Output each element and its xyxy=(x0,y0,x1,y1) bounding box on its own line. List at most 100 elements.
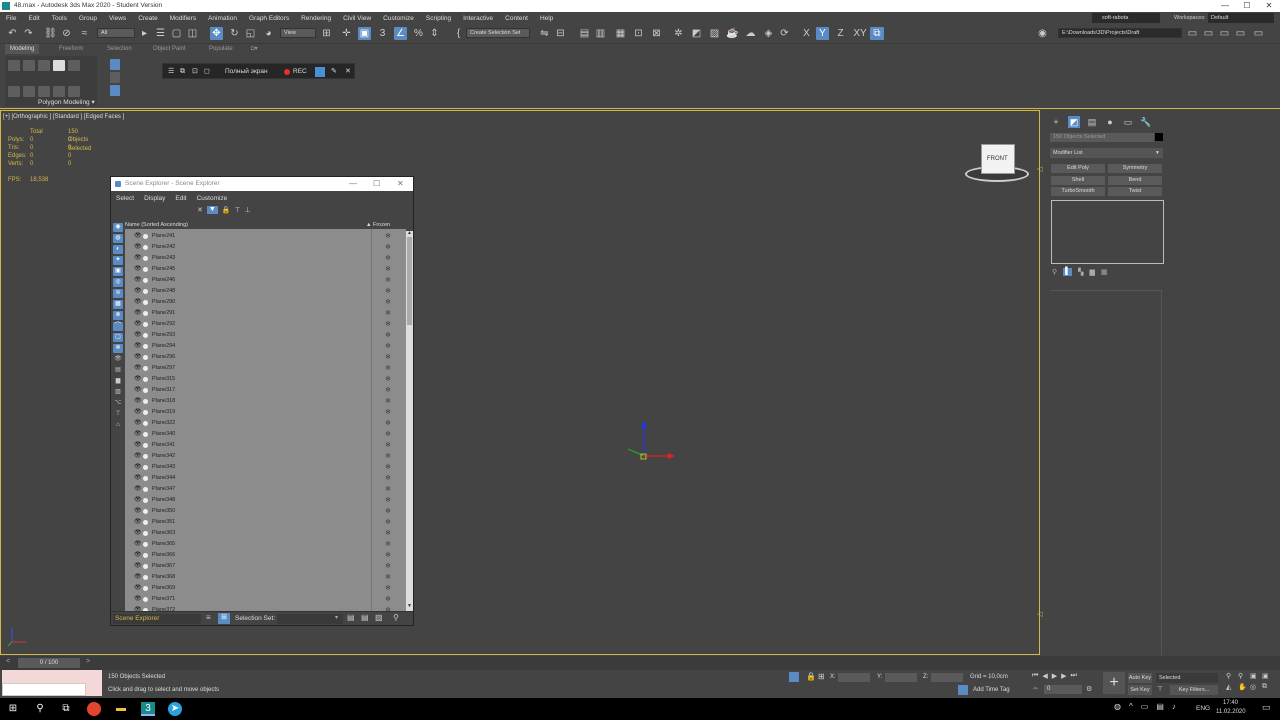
table-row[interactable]: 👁 Plane246 ❄ xyxy=(125,275,406,286)
visibility-eye-icon[interactable]: 👁 xyxy=(134,572,142,583)
frozen-toggle-icon[interactable]: ❄ xyxy=(385,286,391,297)
tab-modeling[interactable]: Modeling xyxy=(5,44,40,54)
undo-icon[interactable]: ↶ xyxy=(6,27,19,40)
axis-y-button[interactable]: Y xyxy=(816,27,829,40)
axis-xyz-icon[interactable]: ⧉ xyxy=(870,27,884,40)
play-icon[interactable]: ▶ xyxy=(1052,672,1057,680)
visibility-eye-icon[interactable]: 👁 xyxy=(134,297,142,308)
table-row[interactable]: 👁 Plane363 ❄ xyxy=(125,528,406,539)
coord-x-field[interactable] xyxy=(838,673,870,682)
hierarchy-tab-icon[interactable]: ▤ xyxy=(1086,116,1098,128)
place-icon[interactable]: ◕ xyxy=(262,27,275,40)
clock-date[interactable]: 11.02.2020 xyxy=(1216,709,1246,715)
project-extra-icon[interactable]: ▭ xyxy=(1252,27,1265,40)
visibility-eye-icon[interactable]: 👁 xyxy=(134,561,142,572)
table-row[interactable]: 👁 Plane317 ❄ xyxy=(125,385,406,396)
frozen-toggle-icon[interactable]: ❄ xyxy=(385,462,391,473)
add-time-tag-button[interactable]: Add Time Tag xyxy=(973,687,1010,693)
table-row[interactable]: 👁 Plane292 ❄ xyxy=(125,319,406,330)
menu-tools[interactable]: Tools xyxy=(46,15,73,22)
symmetry-button[interactable]: Symmetry xyxy=(1108,164,1162,173)
menu-edit[interactable]: Edit xyxy=(22,15,45,22)
volume-icon[interactable]: ♪ xyxy=(1172,702,1176,711)
visibility-eye-icon[interactable]: 👁 xyxy=(134,396,142,407)
frozen-toggle-icon[interactable]: ❄ xyxy=(385,385,391,396)
material-editor-icon[interactable]: ✲ xyxy=(672,27,685,40)
twist-button[interactable]: Twist xyxy=(1108,187,1162,196)
visibility-eye-icon[interactable]: 👁 xyxy=(134,418,142,429)
sel-set-add-icon[interactable]: ▤ xyxy=(347,613,355,622)
viewcube[interactable]: FRONT xyxy=(965,142,1031,184)
keyboard-shortcut-override-icon[interactable]: ▣ xyxy=(358,27,371,40)
display-influences-icon[interactable]: ▧ xyxy=(113,388,123,397)
filter-toggle-icon[interactable]: ⊤ xyxy=(113,410,123,419)
current-frame-field[interactable]: 0 xyxy=(1044,685,1082,694)
ribbon-element-icon[interactable] xyxy=(68,60,80,71)
selection-lock-icon[interactable]: 🔒 xyxy=(806,672,816,681)
frozen-toggle-icon[interactable]: ❄ xyxy=(385,352,391,363)
table-row[interactable]: 👁 Plane343 ❄ xyxy=(125,462,406,473)
select-object-icon[interactable]: ▸ xyxy=(138,27,151,40)
show-end-result-icon[interactable]: ▌ xyxy=(1063,268,1073,276)
visibility-eye-icon[interactable]: 👁 xyxy=(134,352,142,363)
table-row[interactable]: 👁 Plane367 ❄ xyxy=(125,561,406,572)
display-groups-icon[interactable]: ▦ xyxy=(113,300,123,309)
frozen-toggle-icon[interactable]: ❄ xyxy=(385,330,391,341)
time-config-icon[interactable]: ⚙ xyxy=(1086,685,1092,693)
menu-views[interactable]: Views xyxy=(103,15,132,22)
frozen-toggle-icon[interactable]: ❄ xyxy=(385,363,391,374)
table-row[interactable]: 👁 Plane319 ❄ xyxy=(125,407,406,418)
visibility-eye-icon[interactable]: 👁 xyxy=(134,495,142,506)
ribbon-border-icon[interactable] xyxy=(38,60,50,71)
project-folder-icon[interactable]: ◉ xyxy=(1036,27,1049,40)
render-setup-icon[interactable]: ◩ xyxy=(690,27,703,40)
table-row[interactable]: 👁 Plane368 ❄ xyxy=(125,572,406,583)
ribbon-side-1-icon[interactable] xyxy=(110,59,120,70)
time-next-icon[interactable]: > xyxy=(86,658,90,665)
visibility-eye-icon[interactable]: 👁 xyxy=(134,264,142,275)
frozen-toggle-icon[interactable]: ❄ xyxy=(385,319,391,330)
table-row[interactable]: 👁 Plane242 ❄ xyxy=(125,242,406,253)
table-row[interactable]: 👁 Plane293 ❄ xyxy=(125,330,406,341)
notifications-icon[interactable]: ▭ xyxy=(1262,702,1271,713)
table-row[interactable]: 👁 Plane315 ❄ xyxy=(125,374,406,385)
table-row[interactable]: 👁 Plane347 ❄ xyxy=(125,484,406,495)
key-selection-dropdown[interactable]: Selected xyxy=(1156,673,1218,683)
display-geometry-icon[interactable]: ◍ xyxy=(113,234,123,243)
visibility-eye-icon[interactable]: 👁 xyxy=(134,539,142,550)
set-key-button[interactable]: Set Key xyxy=(1128,685,1152,695)
render-activeshade-icon[interactable]: ◈ xyxy=(762,27,775,40)
menu-content[interactable]: Content xyxy=(499,15,534,22)
table-row[interactable]: 👁 Plane371 ❄ xyxy=(125,594,406,605)
link-icon[interactable]: ⛓ xyxy=(44,27,57,40)
spinner-snap-icon[interactable]: ⇕ xyxy=(428,27,441,40)
table-row[interactable]: 👁 Plane341 ❄ xyxy=(125,440,406,451)
visibility-eye-icon[interactable]: 👁 xyxy=(134,341,142,352)
frozen-toggle-icon[interactable]: ❄ xyxy=(385,583,391,594)
time-tag-icon[interactable] xyxy=(958,685,968,695)
display-tab-icon[interactable]: ▭ xyxy=(1122,116,1134,128)
frozen-toggle-icon[interactable]: ❄ xyxy=(385,484,391,495)
select-and-scale-icon[interactable]: ◱ xyxy=(244,27,257,40)
visibility-eye-icon[interactable]: 👁 xyxy=(134,462,142,473)
visibility-eye-icon[interactable]: 👁 xyxy=(134,451,142,462)
viewport-label[interactable]: [+] [Orthographic ] [Standard ] [Edged F… xyxy=(3,114,124,120)
color-swatch[interactable] xyxy=(315,67,325,77)
windows-start-icon[interactable]: ⊞ xyxy=(6,702,20,716)
mirror-icon[interactable]: ⇋ xyxy=(538,27,551,40)
display-hidden-icon[interactable]: 👁 xyxy=(113,355,123,364)
project-path-dropdown[interactable]: E:\Downloads\3D\Projects\Draft xyxy=(1058,28,1182,38)
render-iterative-icon[interactable]: ☁ xyxy=(744,27,757,40)
absolute-mode-icon[interactable]: ⊞ xyxy=(818,672,825,681)
visibility-eye-icon[interactable]: 👁 xyxy=(134,275,142,286)
reference-coord-dropdown[interactable]: View xyxy=(280,28,316,38)
scene-explorer-list[interactable]: Name (Sorted Ascending) ▲ Frozen 👁 Plane2… xyxy=(125,221,406,611)
orbit-icon[interactable]: ◎ xyxy=(1250,683,1262,691)
frozen-toggle-icon[interactable]: ❄ xyxy=(385,440,391,451)
task-view-icon[interactable]: ⧉ xyxy=(59,702,73,716)
col-name-header[interactable]: Name (Sorted Ascending) xyxy=(125,221,188,229)
table-row[interactable]: 👁 Plane318 ❄ xyxy=(125,396,406,407)
visibility-eye-icon[interactable]: 👁 xyxy=(134,253,142,264)
render-production-icon[interactable]: ☕ xyxy=(726,27,739,40)
menu-icon[interactable]: ☰ xyxy=(168,64,174,79)
